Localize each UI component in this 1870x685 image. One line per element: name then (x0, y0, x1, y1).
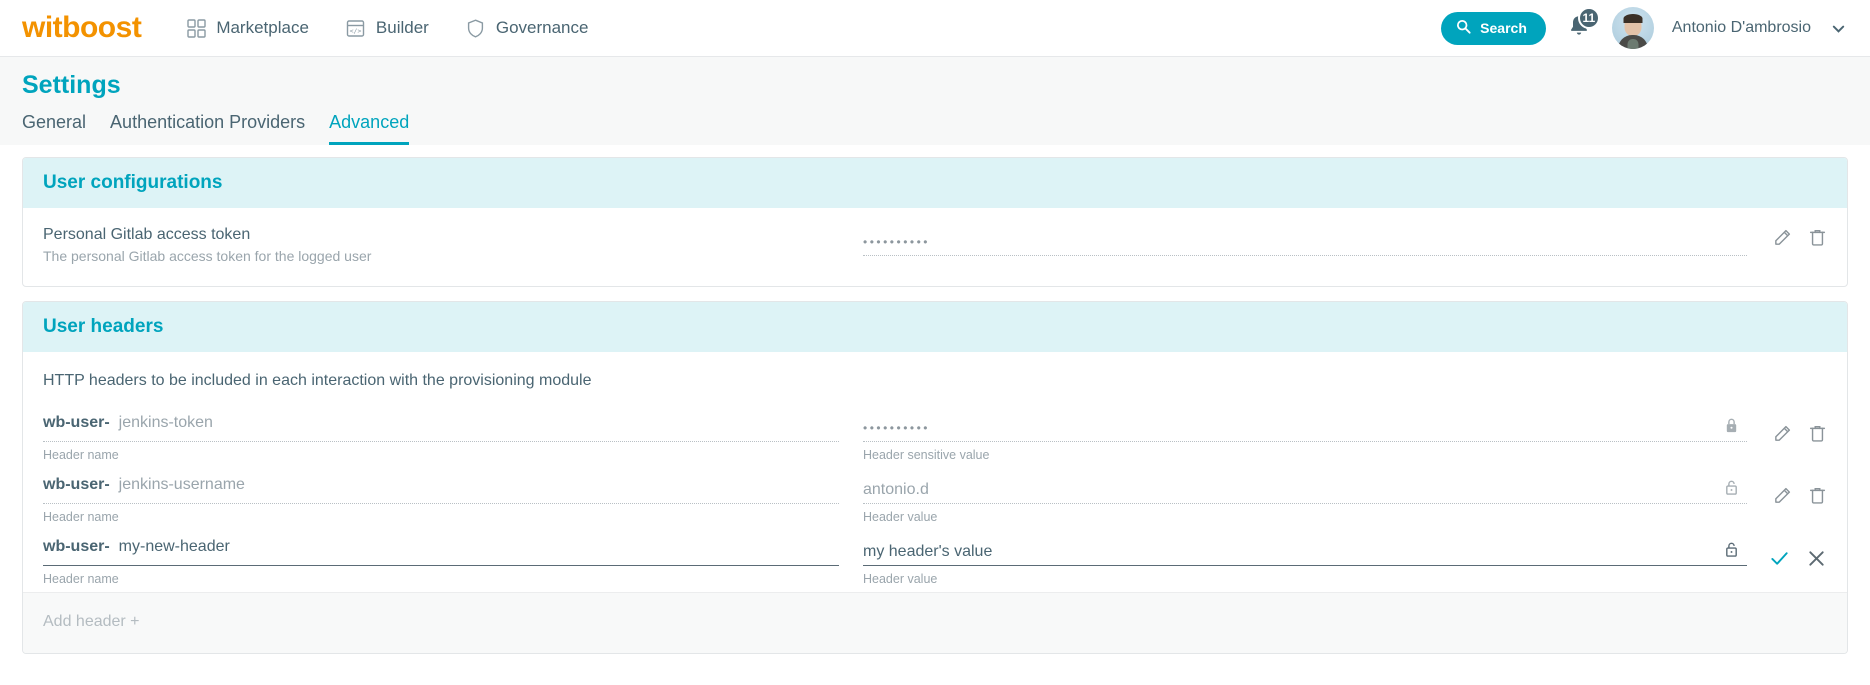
header-name-hint: Header name (43, 510, 119, 524)
page-header: Settings General Authentication Provider… (0, 57, 1870, 145)
header-name-input[interactable]: wb-user- jenkins-token (43, 414, 839, 442)
header-name-hint: Header name (43, 448, 119, 462)
tab-authentication-providers[interactable]: Authentication Providers (110, 112, 305, 145)
shield-icon (465, 17, 487, 39)
header-name-value: my-new-header (118, 538, 230, 555)
config-description: The personal Gitlab access token for the… (43, 248, 372, 264)
code-icon: </> (345, 17, 367, 39)
header-value-input[interactable]: my header's value (863, 538, 1747, 566)
header-name-field[interactable]: wb-user- jenkins-username Header name (43, 476, 863, 524)
header-value-hint: Header value (863, 510, 938, 524)
user-name-label[interactable]: Antonio D'ambrosio (1672, 19, 1811, 37)
user-configurations-header: User configurations (23, 158, 1847, 208)
table-row: wb-user- my-new-header Header name my he… (43, 530, 1827, 592)
table-row: Personal Gitlab access token The persona… (43, 208, 1827, 286)
settings-content: User configurations Personal Gitlab acce… (0, 145, 1870, 654)
user-configurations-body: Personal Gitlab access token The persona… (23, 208, 1847, 286)
header-prefix: wb-user- (43, 414, 110, 431)
lock-closed-icon[interactable] (1723, 415, 1739, 435)
user-configurations-card: User configurations Personal Gitlab acce… (22, 157, 1848, 287)
nav-item-marketplace-label: Marketplace (216, 18, 309, 37)
svg-text:</>: </> (350, 27, 362, 35)
nav-item-governance-label: Governance (495, 18, 589, 37)
nav-item-governance[interactable]: Governance (465, 17, 589, 39)
pencil-icon[interactable] (1773, 486, 1792, 505)
nav-item-marketplace[interactable]: Marketplace (185, 17, 309, 39)
search-icon (1456, 19, 1471, 37)
add-header-button[interactable]: Add header + (43, 593, 1827, 653)
user-configurations-title: User configurations (43, 172, 223, 193)
grid-icon (185, 17, 207, 39)
trash-icon[interactable] (1808, 486, 1827, 505)
header-row-actions (1747, 538, 1827, 569)
user-headers-card: User headers HTTP headers to be included… (22, 301, 1848, 654)
nav-right-group: Search 11 Antonio D'ambrosio (1441, 7, 1848, 49)
header-name-field[interactable]: wb-user- jenkins-token Header name (43, 414, 863, 462)
tab-general[interactable]: General (22, 112, 86, 145)
trash-icon[interactable] (1808, 424, 1827, 443)
table-row: wb-user- jenkins-username Header name an… (43, 468, 1827, 530)
notifications-badge: 11 (1577, 7, 1600, 29)
lock-open-icon[interactable] (1723, 477, 1739, 497)
table-row: wb-user- jenkins-token Header name •••••… (43, 406, 1827, 468)
config-value-masked: •••••••••• (863, 234, 931, 249)
page-title: Settings (22, 71, 121, 99)
chevron-down-icon[interactable] (1829, 19, 1848, 38)
header-name-input[interactable]: wb-user- jenkins-username (43, 476, 839, 504)
header-name-value: jenkins-token (118, 414, 213, 431)
header-prefix: wb-user- (43, 538, 110, 555)
header-value-text: my header's value (863, 542, 993, 560)
header-name-hint: Header name (43, 572, 119, 586)
header-name-value: jenkins-username (118, 476, 245, 493)
header-value-input[interactable]: antonio.d (863, 476, 1747, 504)
avatar-shirt (1627, 39, 1639, 49)
settings-tabs: General Authentication Providers Advance… (22, 112, 1848, 145)
settings-page: witboost Marketplace </> Builder Governa… (0, 0, 1870, 685)
config-label-group: Personal Gitlab access token The persona… (43, 226, 863, 264)
check-icon[interactable] (1769, 548, 1790, 569)
header-value-masked: •••••••••• (863, 420, 931, 435)
header-value-hint: Header sensitive value (863, 448, 990, 462)
config-name: Personal Gitlab access token (43, 226, 251, 243)
header-row-actions (1747, 476, 1827, 505)
search-button[interactable]: Search (1441, 11, 1546, 45)
header-row-actions (1747, 414, 1827, 443)
pencil-icon[interactable] (1773, 228, 1792, 247)
user-headers-intro: HTTP headers to be included in each inte… (43, 372, 592, 389)
tab-advanced[interactable]: Advanced (329, 112, 410, 145)
header-value-field[interactable]: •••••••••• Header sensitive value (863, 414, 1747, 462)
nav-item-builder[interactable]: </> Builder (345, 17, 429, 39)
header-value-hint: Header value (863, 572, 938, 586)
trash-icon[interactable] (1808, 228, 1827, 247)
top-navigation-bar: witboost Marketplace </> Builder Governa… (0, 0, 1870, 57)
header-prefix: wb-user- (43, 476, 110, 493)
lock-open-icon[interactable] (1723, 539, 1739, 559)
user-headers-header: User headers (23, 302, 1847, 352)
add-header-row: Add header + (23, 592, 1847, 653)
user-headers-body: HTTP headers to be included in each inte… (23, 352, 1847, 592)
avatar[interactable] (1611, 7, 1654, 49)
config-value-field[interactable]: •••••••••• (863, 226, 1747, 256)
header-value-field[interactable]: antonio.d Header value (863, 476, 1747, 524)
header-name-field[interactable]: wb-user- my-new-header Header name (43, 538, 863, 586)
config-value-input[interactable]: •••••••••• (863, 228, 1747, 256)
avatar-hair (1623, 14, 1643, 24)
header-value-field[interactable]: my header's value Header value (863, 538, 1747, 586)
nav-item-builder-label: Builder (375, 18, 429, 37)
close-icon[interactable] (1806, 548, 1827, 569)
user-headers-title: User headers (43, 316, 164, 337)
pencil-icon[interactable] (1773, 424, 1792, 443)
search-button-label: Search (1480, 20, 1527, 36)
header-value-input[interactable]: •••••••••• (863, 414, 1747, 442)
header-name-input[interactable]: wb-user- my-new-header (43, 538, 839, 566)
header-value-text: antonio.d (863, 480, 929, 498)
config-row-actions (1747, 226, 1827, 247)
witboost-logo[interactable]: witboost (22, 13, 142, 43)
notifications-button[interactable]: 11 (1564, 7, 1600, 45)
